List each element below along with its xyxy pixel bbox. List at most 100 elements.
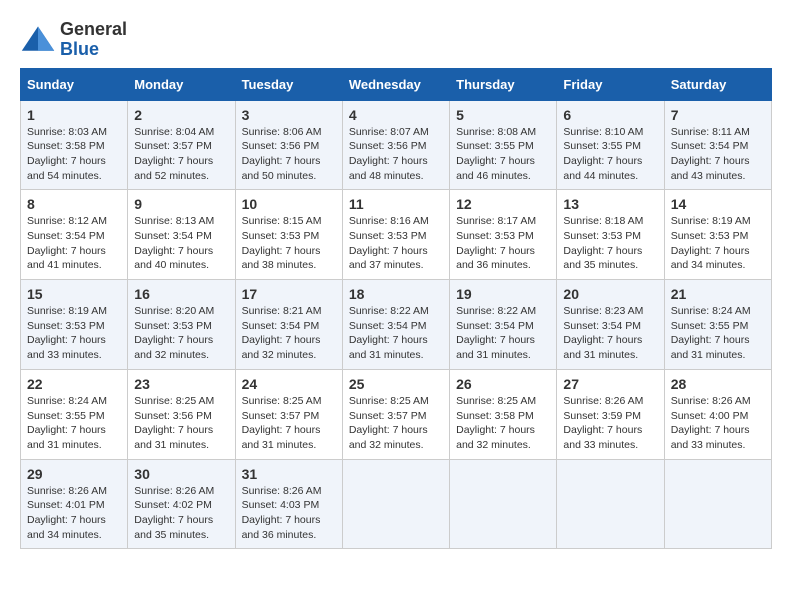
column-header-thursday: Thursday bbox=[450, 68, 557, 100]
week-row-3: 15Sunrise: 8:19 AMSunset: 3:53 PMDayligh… bbox=[21, 280, 772, 370]
day-number: 7 bbox=[671, 107, 765, 123]
day-number: 20 bbox=[563, 286, 657, 302]
calendar-cell: 2 Sunrise: 8:04 AMSunset: 3:57 PMDaylight… bbox=[128, 100, 235, 190]
day-info: Sunrise: 8:25 AMSunset: 3:57 PMDaylight:… bbox=[242, 394, 336, 453]
day-number: 12 bbox=[456, 196, 550, 212]
column-header-friday: Friday bbox=[557, 68, 664, 100]
day-info: Sunrise: 8:07 AMSunset: 3:56 PMDaylight:… bbox=[349, 125, 443, 184]
day-info: Sunrise: 8:20 AMSunset: 3:53 PMDaylight:… bbox=[134, 304, 228, 363]
day-number: 5 bbox=[456, 107, 550, 123]
calendar-cell: 27 Sunrise: 8:26 AMSunset: 3:59 PMDayligh… bbox=[557, 369, 664, 459]
day-info: Sunrise: 8:24 AMSunset: 3:55 PMDaylight:… bbox=[27, 394, 121, 453]
column-header-wednesday: Wednesday bbox=[342, 68, 449, 100]
column-header-sunday: Sunday bbox=[21, 68, 128, 100]
day-number: 1 bbox=[27, 107, 121, 123]
day-number: 18 bbox=[349, 286, 443, 302]
logo-icon bbox=[20, 22, 56, 58]
calendar-cell: 6 Sunrise: 8:10 AMSunset: 3:55 PMDaylight… bbox=[557, 100, 664, 190]
day-info: Sunrise: 8:26 AMSunset: 4:03 PMDaylight:… bbox=[242, 484, 336, 543]
day-info: Sunrise: 8:15 AMSunset: 3:53 PMDaylight:… bbox=[242, 214, 336, 273]
calendar-cell: 18Sunrise: 8:22 AMSunset: 3:54 PMDayligh… bbox=[342, 280, 449, 370]
calendar-cell: 9Sunrise: 8:13 AMSunset: 3:54 PMDaylight… bbox=[128, 190, 235, 280]
column-header-tuesday: Tuesday bbox=[235, 68, 342, 100]
logo: General Blue bbox=[20, 20, 127, 60]
day-number: 24 bbox=[242, 376, 336, 392]
day-number: 8 bbox=[27, 196, 121, 212]
day-info: Sunrise: 8:26 AMSunset: 4:00 PMDaylight:… bbox=[671, 394, 765, 453]
day-number: 6 bbox=[563, 107, 657, 123]
day-number: 30 bbox=[134, 466, 228, 482]
day-info: Sunrise: 8:06 AMSunset: 3:56 PMDaylight:… bbox=[242, 125, 336, 184]
day-info: Sunrise: 8:24 AMSunset: 3:55 PMDaylight:… bbox=[671, 304, 765, 363]
calendar-cell: 7 Sunrise: 8:11 AMSunset: 3:54 PMDaylight… bbox=[664, 100, 771, 190]
header: General Blue bbox=[20, 20, 772, 60]
day-number: 26 bbox=[456, 376, 550, 392]
day-number: 4 bbox=[349, 107, 443, 123]
calendar-cell: 14 Sunrise: 8:19 AMSunset: 3:53 PMDayligh… bbox=[664, 190, 771, 280]
calendar-cell bbox=[664, 459, 771, 549]
day-info: Sunrise: 8:19 AMSunset: 3:53 PMDaylight:… bbox=[671, 214, 765, 273]
calendar-cell: 24 Sunrise: 8:25 AMSunset: 3:57 PMDayligh… bbox=[235, 369, 342, 459]
calendar-cell: 29 Sunrise: 8:26 AMSunset: 4:01 PMDayligh… bbox=[21, 459, 128, 549]
day-info: Sunrise: 8:17 AMSunset: 3:53 PMDaylight:… bbox=[456, 214, 550, 273]
calendar-cell: 4 Sunrise: 8:07 AMSunset: 3:56 PMDaylight… bbox=[342, 100, 449, 190]
day-info: Sunrise: 8:21 AMSunset: 3:54 PMDaylight:… bbox=[242, 304, 336, 363]
calendar-cell: 1 Sunrise: 8:03 AMSunset: 3:58 PMDaylight… bbox=[21, 100, 128, 190]
day-info: Sunrise: 8:25 AMSunset: 3:58 PMDaylight:… bbox=[456, 394, 550, 453]
day-info: Sunrise: 8:26 AMSunset: 3:59 PMDaylight:… bbox=[563, 394, 657, 453]
day-number: 23 bbox=[134, 376, 228, 392]
calendar-cell: 25Sunrise: 8:25 AMSunset: 3:57 PMDayligh… bbox=[342, 369, 449, 459]
day-number: 3 bbox=[242, 107, 336, 123]
day-number: 21 bbox=[671, 286, 765, 302]
day-number: 29 bbox=[27, 466, 121, 482]
calendar-cell: 21 Sunrise: 8:24 AMSunset: 3:55 PMDayligh… bbox=[664, 280, 771, 370]
calendar-cell: 5 Sunrise: 8:08 AMSunset: 3:55 PMDaylight… bbox=[450, 100, 557, 190]
day-info: Sunrise: 8:23 AMSunset: 3:54 PMDaylight:… bbox=[563, 304, 657, 363]
day-number: 2 bbox=[134, 107, 228, 123]
calendar-cell: 3 Sunrise: 8:06 AMSunset: 3:56 PMDaylight… bbox=[235, 100, 342, 190]
logo-text: General Blue bbox=[60, 20, 127, 60]
day-number: 31 bbox=[242, 466, 336, 482]
day-info: Sunrise: 8:10 AMSunset: 3:55 PMDaylight:… bbox=[563, 125, 657, 184]
day-number: 17 bbox=[242, 286, 336, 302]
calendar-cell: 23 Sunrise: 8:25 AMSunset: 3:56 PMDayligh… bbox=[128, 369, 235, 459]
week-row-2: 8 Sunrise: 8:12 AMSunset: 3:54 PMDaylight… bbox=[21, 190, 772, 280]
day-number: 28 bbox=[671, 376, 765, 392]
calendar-cell: 8 Sunrise: 8:12 AMSunset: 3:54 PMDaylight… bbox=[21, 190, 128, 280]
day-number: 9 bbox=[134, 196, 228, 212]
calendar-cell bbox=[450, 459, 557, 549]
calendar-cell bbox=[557, 459, 664, 549]
calendar-cell: 15Sunrise: 8:19 AMSunset: 3:53 PMDayligh… bbox=[21, 280, 128, 370]
calendar-cell: 10Sunrise: 8:15 AMSunset: 3:53 PMDayligh… bbox=[235, 190, 342, 280]
day-info: Sunrise: 8:11 AMSunset: 3:54 PMDaylight:… bbox=[671, 125, 765, 184]
day-number: 27 bbox=[563, 376, 657, 392]
calendar-cell: 22 Sunrise: 8:24 AMSunset: 3:55 PMDayligh… bbox=[21, 369, 128, 459]
day-info: Sunrise: 8:18 AMSunset: 3:53 PMDaylight:… bbox=[563, 214, 657, 273]
week-row-5: 29 Sunrise: 8:26 AMSunset: 4:01 PMDayligh… bbox=[21, 459, 772, 549]
calendar-cell: 20 Sunrise: 8:23 AMSunset: 3:54 PMDayligh… bbox=[557, 280, 664, 370]
day-number: 19 bbox=[456, 286, 550, 302]
day-info: Sunrise: 8:16 AMSunset: 3:53 PMDaylight:… bbox=[349, 214, 443, 273]
day-number: 11 bbox=[349, 196, 443, 212]
day-info: Sunrise: 8:08 AMSunset: 3:55 PMDaylight:… bbox=[456, 125, 550, 184]
logo-blue: Blue bbox=[60, 40, 127, 60]
calendar-cell: 16 Sunrise: 8:20 AMSunset: 3:53 PMDayligh… bbox=[128, 280, 235, 370]
day-info: Sunrise: 8:26 AMSunset: 4:01 PMDaylight:… bbox=[27, 484, 121, 543]
calendar-cell bbox=[342, 459, 449, 549]
day-number: 13 bbox=[563, 196, 657, 212]
logo-general: General bbox=[60, 20, 127, 40]
header-row: SundayMondayTuesdayWednesdayThursdayFrid… bbox=[21, 68, 772, 100]
day-number: 22 bbox=[27, 376, 121, 392]
calendar-cell: 19 Sunrise: 8:22 AMSunset: 3:54 PMDayligh… bbox=[450, 280, 557, 370]
day-info: Sunrise: 8:25 AMSunset: 3:57 PMDaylight:… bbox=[349, 394, 443, 453]
calendar-cell: 26 Sunrise: 8:25 AMSunset: 3:58 PMDayligh… bbox=[450, 369, 557, 459]
day-info: Sunrise: 8:04 AMSunset: 3:57 PMDaylight:… bbox=[134, 125, 228, 184]
day-number: 14 bbox=[671, 196, 765, 212]
day-info: Sunrise: 8:22 AMSunset: 3:54 PMDaylight:… bbox=[456, 304, 550, 363]
calendar-cell: 12 Sunrise: 8:17 AMSunset: 3:53 PMDayligh… bbox=[450, 190, 557, 280]
day-info: Sunrise: 8:03 AMSunset: 3:58 PMDaylight:… bbox=[27, 125, 121, 184]
day-info: Sunrise: 8:12 AMSunset: 3:54 PMDaylight:… bbox=[27, 214, 121, 273]
day-info: Sunrise: 8:25 AMSunset: 3:56 PMDaylight:… bbox=[134, 394, 228, 453]
week-row-4: 22 Sunrise: 8:24 AMSunset: 3:55 PMDayligh… bbox=[21, 369, 772, 459]
day-number: 16 bbox=[134, 286, 228, 302]
